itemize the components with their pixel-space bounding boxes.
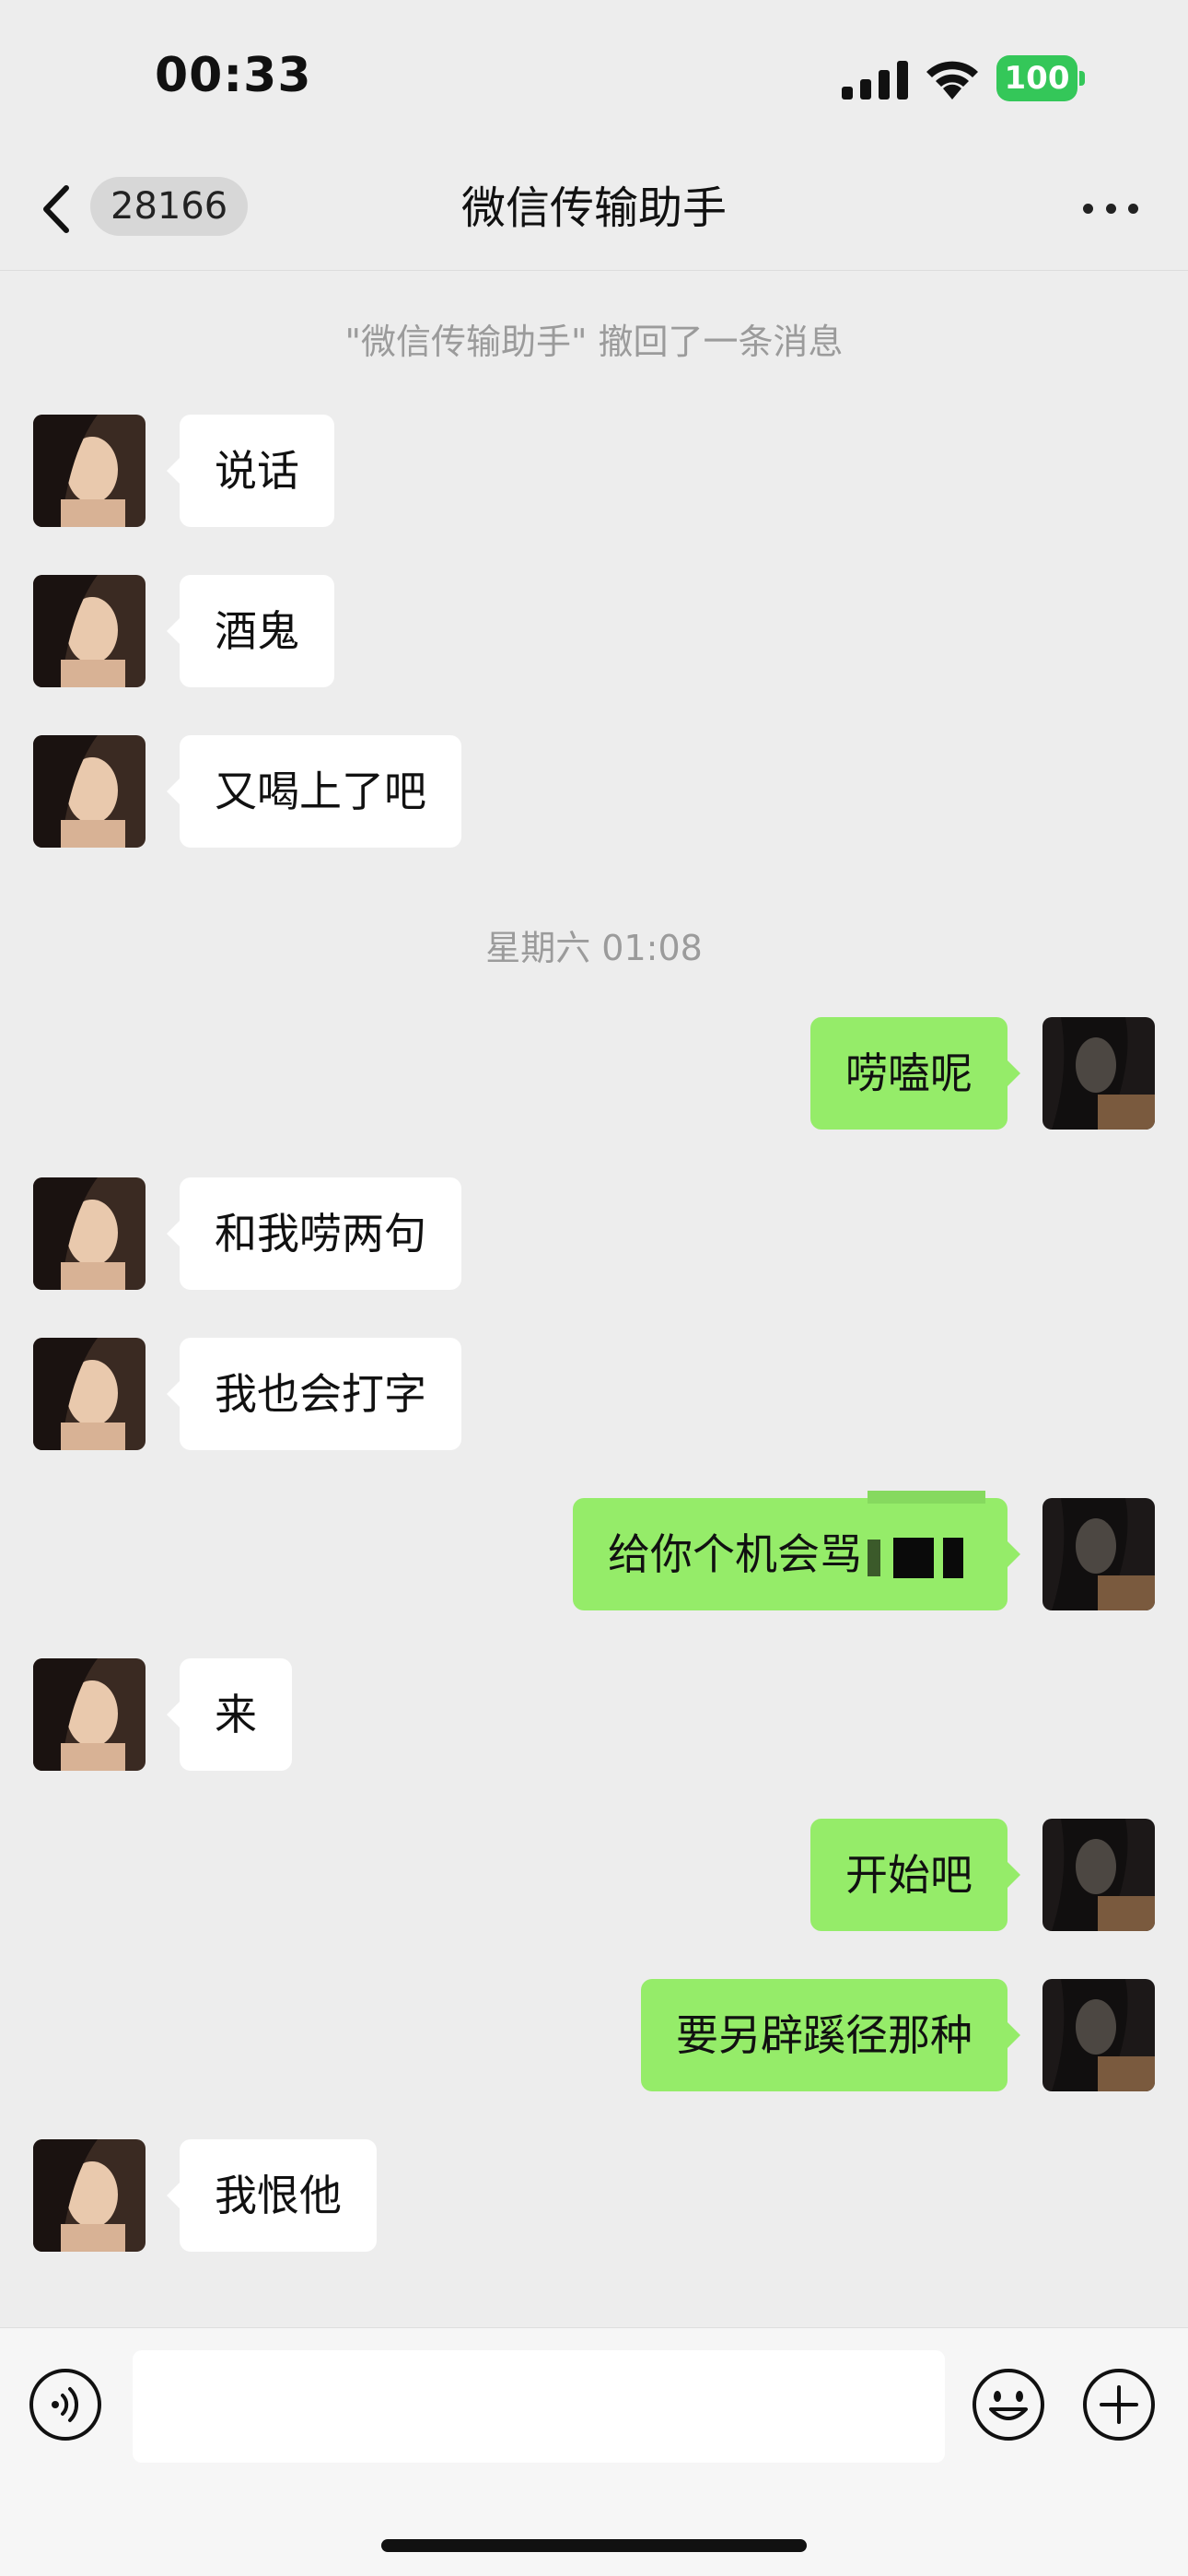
contact-avatar[interactable]	[33, 1658, 146, 1771]
message-bubble-incoming[interactable]: 我恨他	[167, 2139, 377, 2252]
redaction-blur	[868, 1491, 985, 1504]
chevron-left-icon[interactable]	[39, 181, 76, 238]
more-dots-icon[interactable]	[1077, 190, 1144, 227]
contact-avatar[interactable]	[33, 2139, 146, 2252]
battery-indicator: 100	[996, 55, 1085, 101]
message-bubble-outgoing[interactable]: 唠嗑呢	[810, 1017, 1020, 1130]
battery-level: 100	[1004, 60, 1070, 97]
message-bubble-outgoing[interactable]: 给你个机会骂	[573, 1498, 1020, 1610]
message-bubble-outgoing[interactable]: 要另辟蹊径那种	[641, 1979, 1020, 2091]
contact-avatar[interactable]	[33, 1338, 146, 1450]
emoji-icon[interactable]	[971, 2367, 1046, 2442]
plus-icon[interactable]	[1081, 2367, 1157, 2442]
redaction-block	[943, 1537, 963, 1578]
unread-count-badge[interactable]: 28166	[90, 177, 249, 236]
redaction-block	[893, 1537, 934, 1578]
message-bubble-incoming[interactable]: 又喝上了吧	[167, 735, 461, 848]
message-bubble-incoming[interactable]: 来	[167, 1658, 292, 1771]
signal-icon	[842, 61, 908, 100]
message-timestamp: 星期六 01:08	[485, 928, 703, 968]
contact-avatar[interactable]	[33, 1177, 146, 1290]
recall-notice: "微信传输助手" 撤回了一条消息	[344, 322, 844, 362]
status-bar: 00:33 100	[0, 0, 1188, 157]
home-indicator[interactable]	[381, 2539, 807, 2552]
redaction-mark	[868, 1539, 880, 1576]
chat-header: 28166 微信传输助手	[0, 157, 1188, 271]
self-avatar[interactable]	[1042, 1498, 1155, 1610]
message-bubble-incoming[interactable]: 酒鬼	[167, 575, 334, 687]
self-avatar[interactable]	[1042, 1979, 1155, 2091]
wifi-icon	[926, 61, 978, 100]
message-bubble-incoming[interactable]: 说话	[167, 415, 334, 527]
contact-avatar[interactable]	[33, 415, 146, 527]
message-input[interactable]	[133, 2350, 945, 2463]
message-bubble-outgoing[interactable]: 开始吧	[810, 1819, 1020, 1931]
message-text: 给你个机会骂	[608, 1529, 862, 1579]
self-avatar[interactable]	[1042, 1819, 1155, 1931]
contact-avatar[interactable]	[33, 735, 146, 848]
status-time: 00:33	[155, 48, 312, 103]
message-bubble-incoming[interactable]: 和我唠两句	[167, 1177, 461, 1290]
contact-avatar[interactable]	[33, 575, 146, 687]
message-bubble-incoming[interactable]: 我也会打字	[167, 1338, 461, 1450]
self-avatar[interactable]	[1042, 1017, 1155, 1130]
voice-icon[interactable]	[28, 2367, 103, 2442]
